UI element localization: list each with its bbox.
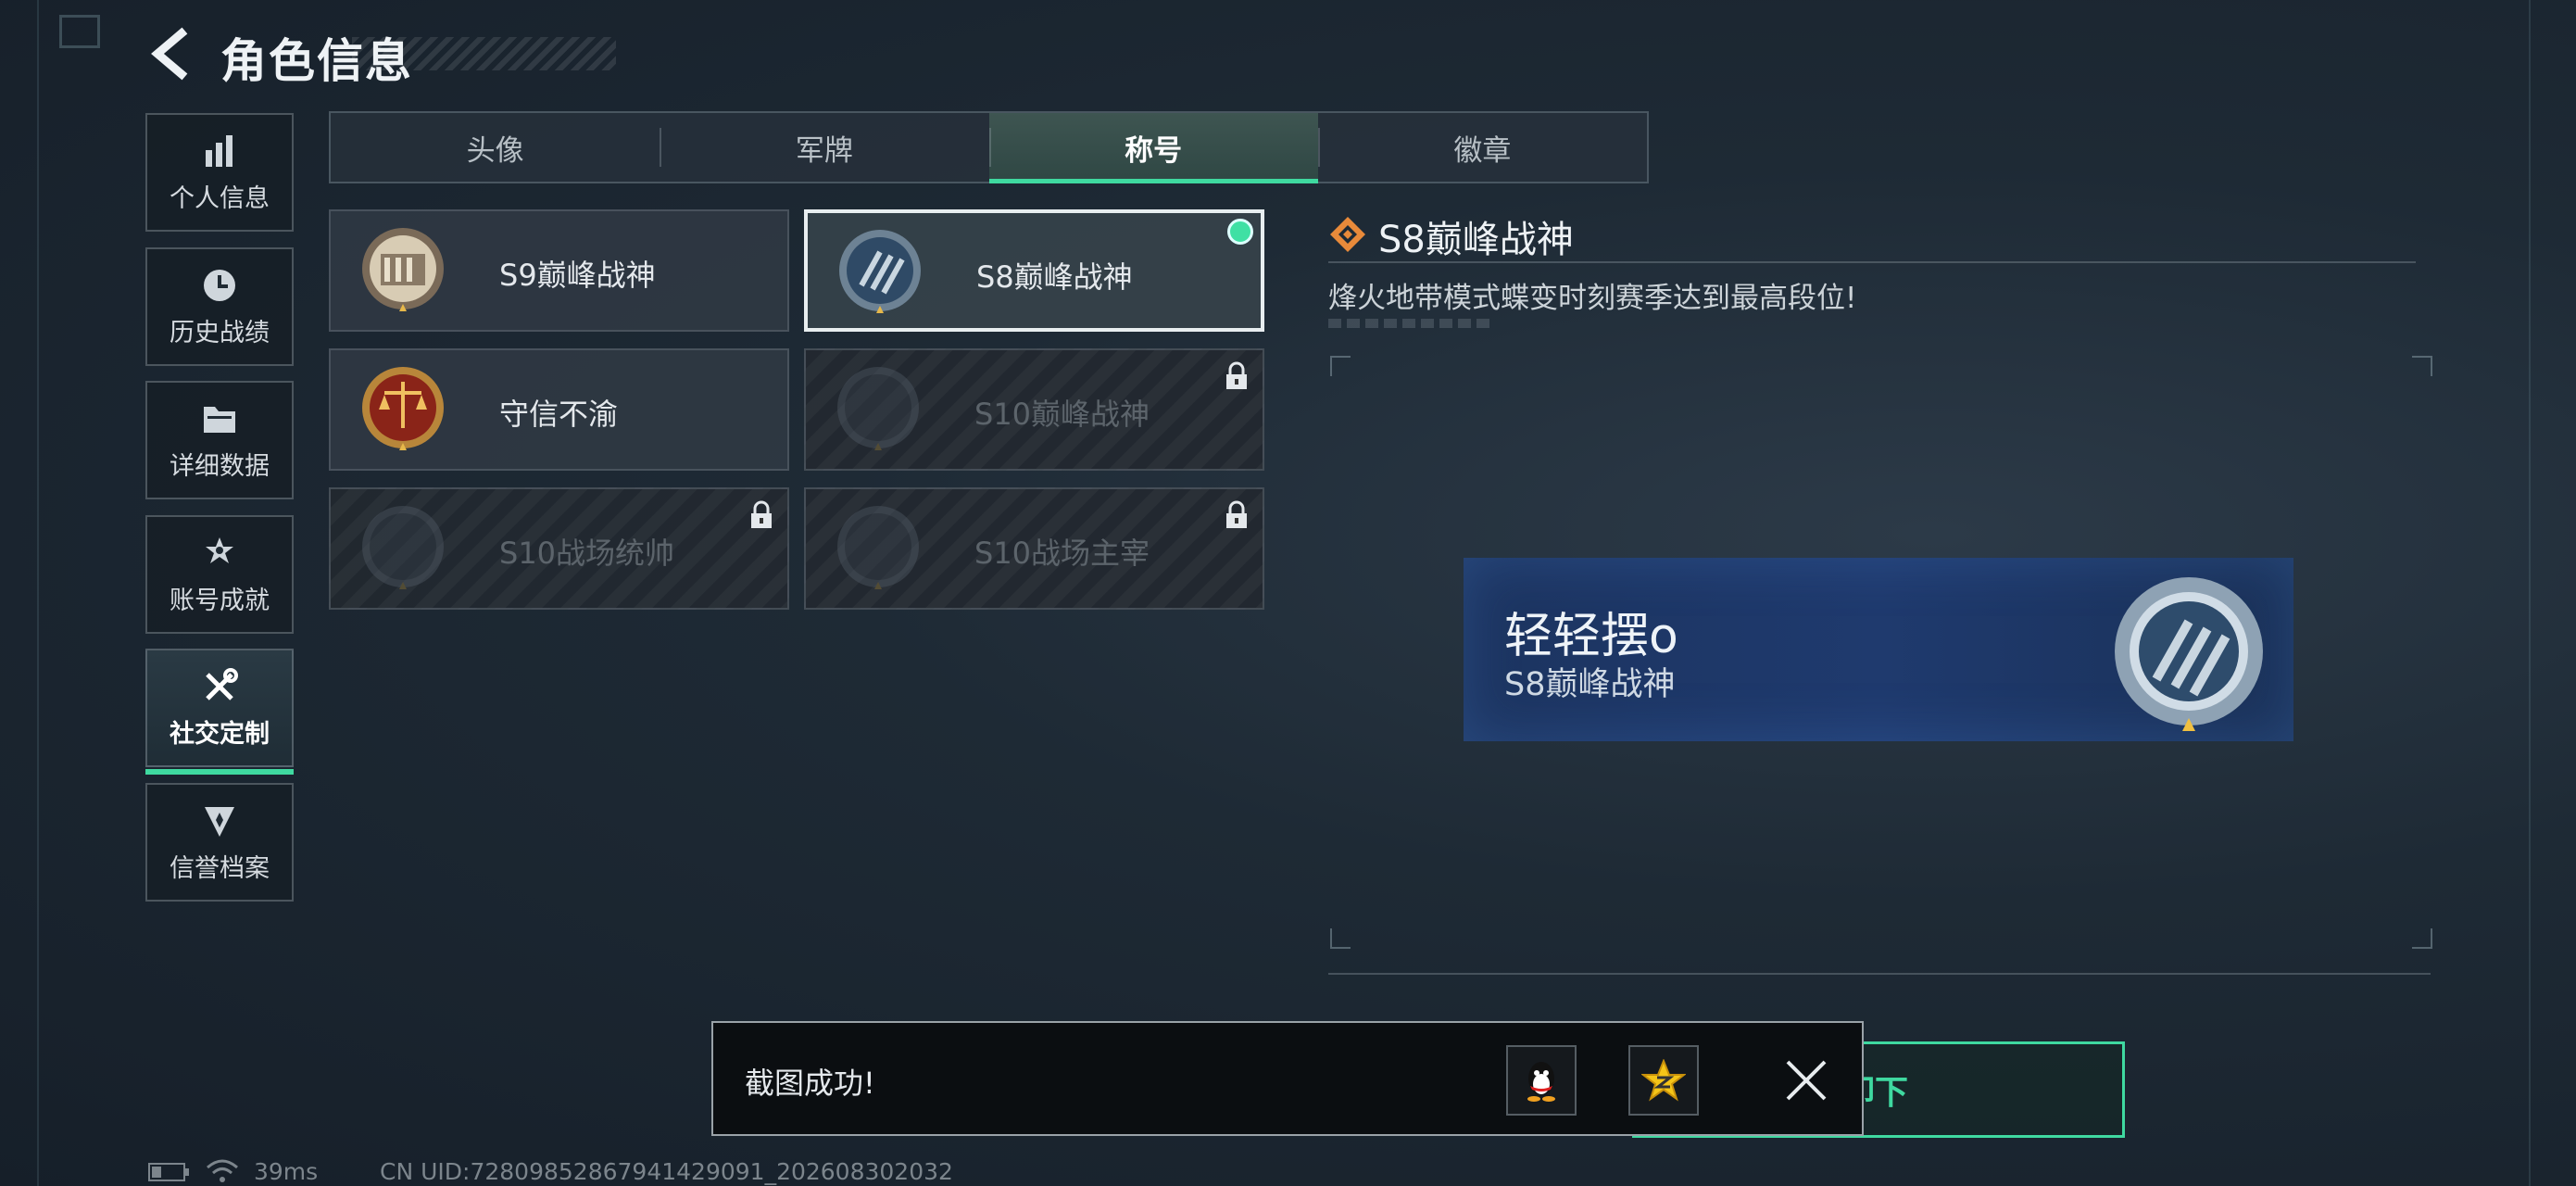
preview-title-name: S8巅峰战神 bbox=[1504, 666, 1676, 703]
tab-badge[interactable]: 徽章 bbox=[1317, 113, 1647, 182]
title-decoration bbox=[352, 37, 616, 70]
title-emblem-icon bbox=[362, 228, 444, 311]
title-name: S10战场主宰 bbox=[974, 536, 1150, 571]
tab-avatar[interactable]: 头像 bbox=[331, 113, 660, 182]
frame-corner bbox=[1330, 928, 1351, 949]
title-emblem-icon bbox=[837, 506, 919, 589]
bar-chart-icon bbox=[206, 134, 232, 167]
qq-penguin-icon bbox=[1527, 1062, 1555, 1102]
tab-dog-tag[interactable]: 军牌 bbox=[660, 113, 988, 182]
title-emblem-icon bbox=[362, 367, 444, 450]
tools-icon bbox=[206, 667, 238, 700]
decor-corner bbox=[59, 15, 100, 48]
detail-divider bbox=[1328, 261, 2416, 263]
frame-corner bbox=[2412, 356, 2432, 376]
sidebar-item-social-custom[interactable]: 社交定制 bbox=[145, 649, 294, 775]
frame-corner bbox=[1330, 356, 1351, 376]
title-card-locked[interactable]: S10战场主宰 bbox=[804, 487, 1264, 610]
sidebar-item-label: 历史战绩 bbox=[170, 318, 270, 347]
sidebar-item-achievements[interactable]: 账号成就 bbox=[145, 515, 294, 634]
sidebar-item-label: 社交定制 bbox=[170, 719, 270, 749]
preview-emblem-icon bbox=[2115, 577, 2263, 731]
clock-icon bbox=[204, 269, 235, 301]
toast-message: 截图成功! bbox=[745, 1066, 875, 1101]
shield-icon bbox=[205, 806, 234, 837]
battery-icon bbox=[148, 1163, 189, 1181]
share-qq-button[interactable] bbox=[1506, 1045, 1577, 1116]
lock-icon bbox=[1226, 361, 1247, 389]
title-name: 守信不渝 bbox=[499, 397, 619, 432]
ping-value: 39ms bbox=[254, 1158, 319, 1185]
title-card[interactable]: S9巅峰战神 bbox=[329, 209, 789, 332]
sidebar-item-detailed-data[interactable]: 详细数据 bbox=[145, 381, 294, 499]
sidebar-item-personal-info[interactable]: 个人信息 bbox=[145, 113, 294, 232]
back-arrow-icon[interactable] bbox=[146, 26, 193, 82]
folder-icon bbox=[204, 406, 235, 433]
title-emblem-icon bbox=[362, 506, 444, 589]
lock-icon bbox=[1226, 500, 1247, 528]
equipped-indicator bbox=[1227, 219, 1253, 245]
sidebar-item-label: 信誉档案 bbox=[170, 853, 270, 883]
medal-icon bbox=[206, 536, 233, 563]
title-card-selected[interactable]: S8巅峰战神 bbox=[804, 209, 1264, 332]
title-emblem-icon bbox=[839, 230, 921, 313]
decor-line bbox=[37, 0, 39, 1186]
wifi-icon bbox=[207, 1159, 238, 1182]
detail-description: 烽火地带模式蝶变时刻赛季达到最高段位! bbox=[1328, 282, 1857, 315]
qzone-star-icon bbox=[1641, 1059, 1686, 1102]
sidebar-item-label: 详细数据 bbox=[170, 451, 270, 481]
title-name: S8巅峰战神 bbox=[976, 259, 1133, 295]
title-card-locked[interactable]: S10战场统帅 bbox=[329, 487, 789, 610]
frame-corner bbox=[2412, 928, 2432, 949]
title-emblem-icon bbox=[837, 367, 919, 450]
sidebar-item-label: 账号成就 bbox=[170, 586, 270, 615]
sidebar-item-credit[interactable]: 信誉档案 bbox=[145, 783, 294, 902]
title-name: S10战场统帅 bbox=[499, 536, 675, 571]
diamond-icon bbox=[1330, 217, 1365, 252]
detail-subtext-placeholder bbox=[1328, 319, 1495, 328]
title-name: S9巅峰战神 bbox=[499, 258, 656, 293]
title-name: S10巅峰战神 bbox=[974, 397, 1150, 432]
title-card[interactable]: 守信不渝 bbox=[329, 348, 789, 471]
detail-bottom-divider bbox=[1328, 973, 2431, 975]
close-icon[interactable] bbox=[1778, 1053, 1834, 1108]
detail-title: S8巅峰战神 bbox=[1378, 219, 1574, 261]
preview-player-name: 轻轻摆o bbox=[1504, 609, 1678, 664]
sidebar-item-label: 个人信息 bbox=[170, 183, 270, 213]
tab-title[interactable]: 称号 bbox=[988, 113, 1319, 183]
lock-icon bbox=[751, 500, 772, 528]
share-qzone-button[interactable] bbox=[1628, 1045, 1699, 1116]
decor-line bbox=[2529, 0, 2531, 1186]
category-tabs: 头像 军牌 称号 徽章 bbox=[329, 111, 1649, 183]
sidebar-item-history[interactable]: 历史战绩 bbox=[145, 247, 294, 366]
uid-text: CN UID:7280985286794142909​1_20260830203… bbox=[380, 1158, 953, 1185]
title-card-locked[interactable]: S10巅峰战神 bbox=[804, 348, 1264, 471]
